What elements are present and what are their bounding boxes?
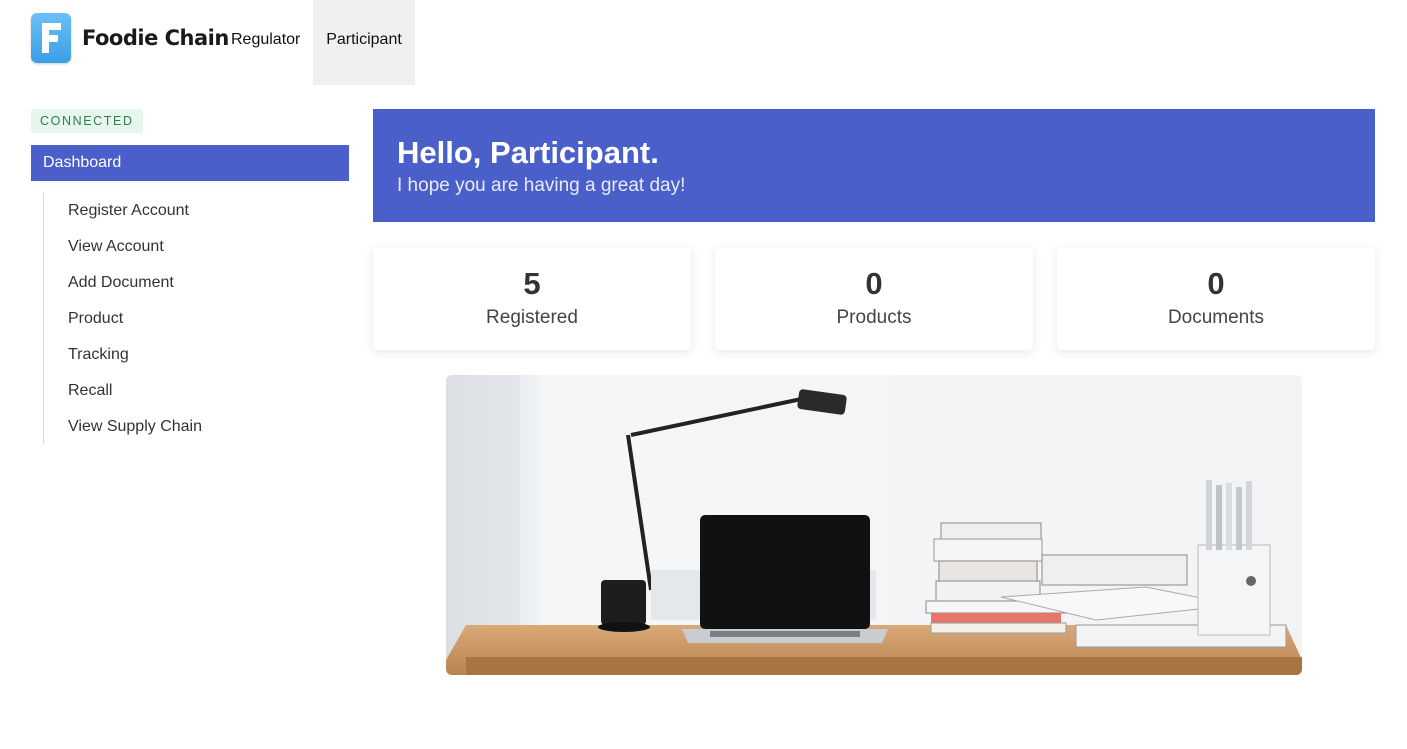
stat-value: 0 (865, 266, 883, 301)
desk-photo-image (446, 375, 1302, 675)
sidebar-item-register-account[interactable]: Register Account (68, 202, 189, 220)
top-navbar: Foodie Chain Regulator Participant (0, 0, 1407, 85)
welcome-banner: Hello, Participant. I hope you are havin… (373, 109, 1375, 222)
stat-card-documents: 0 Documents (1057, 247, 1375, 350)
stat-label: Products (836, 307, 912, 328)
sidebar-item-dashboard[interactable]: Dashboard (31, 145, 349, 181)
stat-value: 5 (523, 266, 541, 301)
sidebar-item-recall[interactable]: Recall (68, 382, 112, 400)
connection-status-badge: CONNECTED (31, 109, 143, 133)
sidebar-item-view-supply-chain[interactable]: View Supply Chain (68, 418, 202, 436)
stat-value: 0 (1207, 266, 1225, 301)
sidebar-item-view-account[interactable]: View Account (68, 238, 164, 256)
welcome-title: Hello, Participant. (397, 135, 659, 170)
stat-card-products: 0 Products (715, 247, 1033, 350)
sidebar-submenu: Register Account View Account Add Docume… (43, 193, 343, 444)
stat-label: Documents (1167, 307, 1265, 328)
stat-label: Registered (486, 307, 578, 328)
sidebar-item-tracking[interactable]: Tracking (68, 346, 129, 364)
brand-logo-icon[interactable] (31, 13, 71, 63)
nav-tab-regulator[interactable]: Regulator (219, 0, 312, 85)
sidebar-item-product[interactable]: Product (68, 310, 123, 328)
brand-name[interactable]: Foodie Chain (82, 26, 229, 50)
stat-card-registered: 5 Registered (373, 247, 691, 350)
nav-tab-participant[interactable]: Participant (313, 0, 415, 85)
sidebar-item-add-document[interactable]: Add Document (68, 274, 174, 292)
welcome-subtitle: I hope you are having a great day! (397, 175, 686, 196)
